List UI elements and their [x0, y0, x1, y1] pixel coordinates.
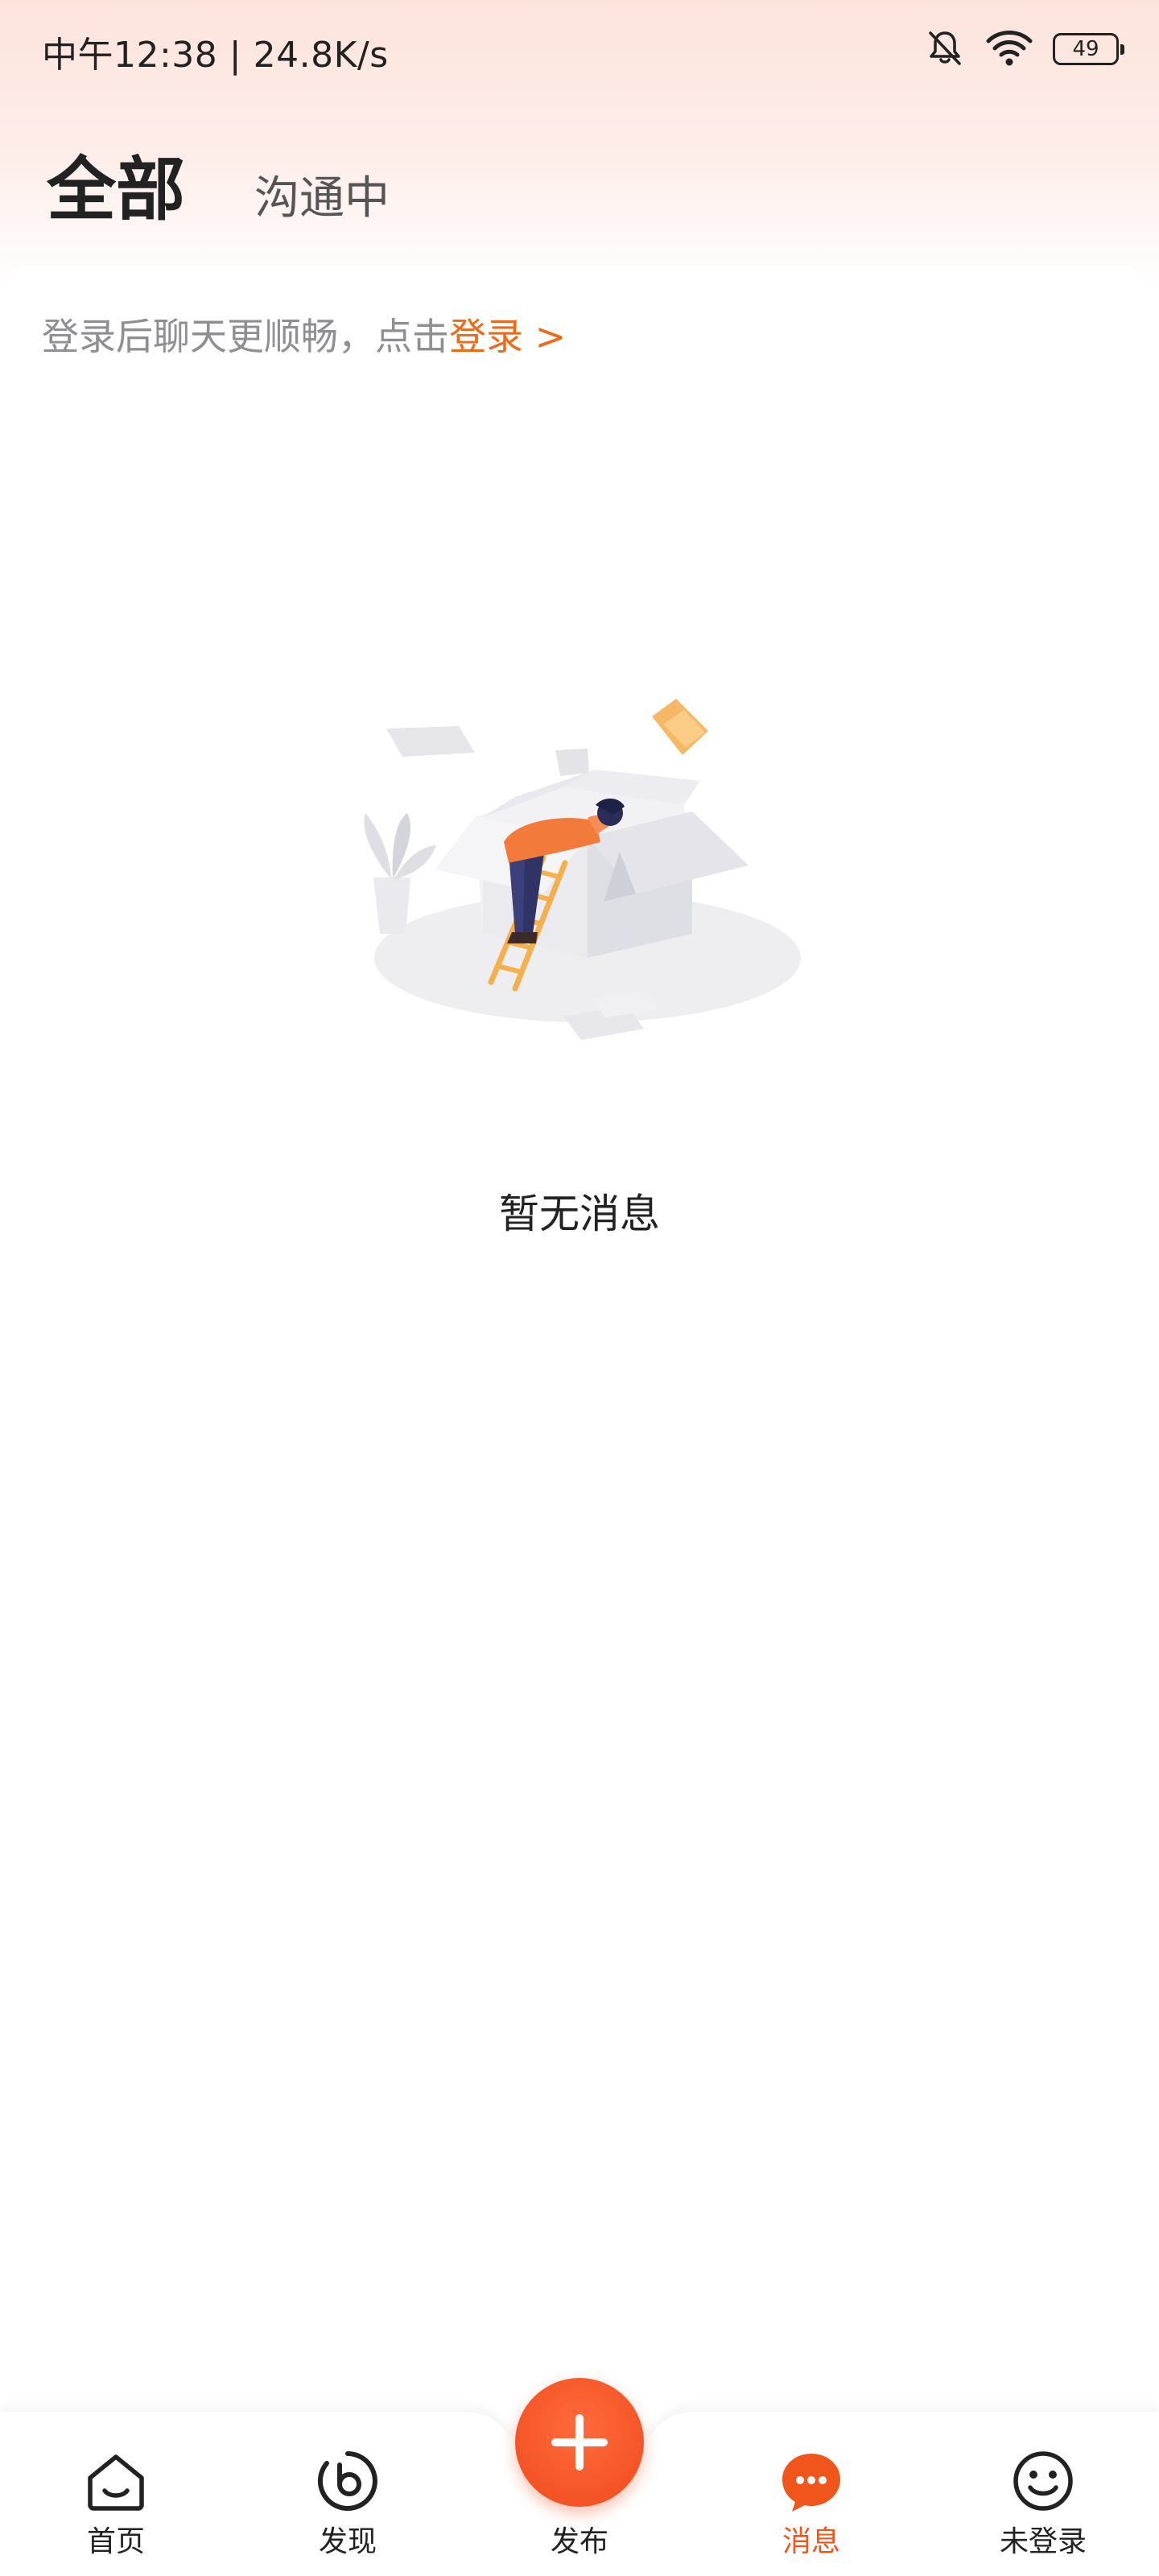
nav-item-profile[interactable]: 未登录 — [963, 2449, 1124, 2562]
nav-label-publish: 发布 — [550, 2525, 608, 2558]
message-tabs: 全部 沟通中 — [47, 133, 390, 230]
login-link[interactable]: 登录 > — [449, 315, 566, 358]
home-icon — [84, 2449, 148, 2513]
status-time-speed: 中午12:38 | 24.8K/s — [42, 35, 389, 76]
nav-item-messages[interactable]: 消息 — [731, 2449, 892, 2562]
status-bar: 中午12:38 | 24.8K/s 49 — [0, 0, 1159, 101]
nav-label-messages: 消息 — [782, 2525, 840, 2558]
messages-page: 中午12:38 | 24.8K/s 49 全部 沟通中 登录后聊天更顺畅，点击登… — [0, 0, 1159, 2576]
smiley-icon — [1011, 2449, 1075, 2513]
login-tip-text: 登录后聊天更顺畅，点击 — [42, 315, 449, 358]
bell-muted-icon — [924, 27, 966, 72]
nav-label-discover: 发现 — [318, 2525, 377, 2558]
battery-icon: 49 — [1053, 33, 1124, 65]
content-card — [0, 266, 1159, 2391]
publish-button[interactable] — [515, 2378, 644, 2507]
wifi-icon — [985, 27, 1033, 72]
nav-item-home[interactable]: 首页 — [35, 2449, 196, 2562]
nav-label-home: 首页 — [86, 2525, 145, 2558]
nav-item-discover[interactable]: 发现 — [267, 2449, 428, 2562]
plus-icon — [551, 2414, 608, 2471]
login-tip: 登录后聊天更顺畅，点击登录 > — [42, 308, 566, 361]
tab-all[interactable]: 全部 — [47, 133, 185, 233]
tab-in-communication[interactable]: 沟通中 — [254, 162, 390, 227]
message-icon — [779, 2449, 843, 2513]
empty-state-text: 暂无消息 — [499, 1191, 660, 1237]
empty-box-illustration — [354, 692, 805, 1095]
nav-label-profile: 未登录 — [999, 2525, 1087, 2558]
status-icons: 49 — [924, 24, 1124, 74]
battery-level: 49 — [1072, 37, 1099, 61]
discover-icon — [316, 2449, 380, 2513]
